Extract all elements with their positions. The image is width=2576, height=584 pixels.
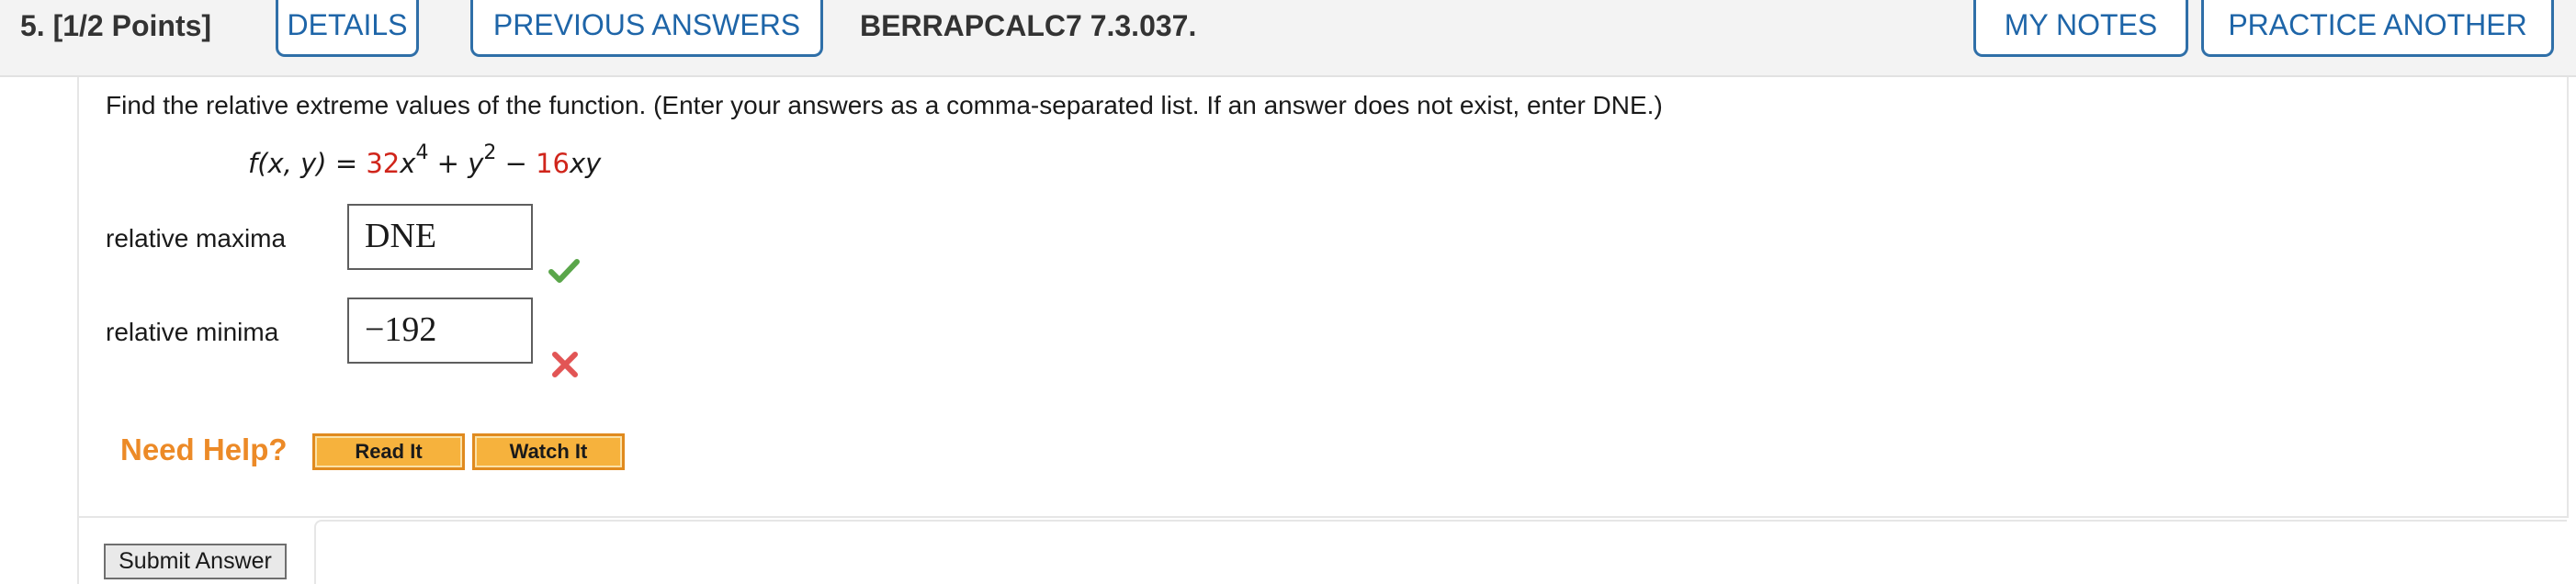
formula-lhs: f(x, y) — [248, 148, 327, 179]
relative-minima-label: relative minima — [106, 318, 279, 346]
formula-term1-variable: x — [400, 148, 416, 179]
checkmark-icon — [548, 259, 580, 283]
question-number-points: 5. [1/2 Points] — [20, 9, 212, 42]
formula-term3-variable: xy — [570, 148, 602, 179]
formula-equals: = — [326, 148, 367, 179]
my-notes-button[interactable]: MY NOTES — [1973, 0, 2188, 57]
relative-minima-input[interactable]: −192 — [347, 298, 533, 364]
previous-answers-button[interactable]: PREVIOUS ANSWERS — [470, 0, 823, 57]
formula-coefficient-1: 32 — [366, 148, 401, 179]
formula-term1-exponent: 4 — [415, 141, 429, 165]
body-left-border — [77, 518, 79, 584]
relative-maxima-input[interactable]: DNE — [347, 204, 533, 270]
question-header: 5. [1/2 Points] DETAILS PREVIOUS ANSWERS… — [0, 0, 2576, 77]
watch-it-button[interactable]: Watch It — [472, 433, 625, 470]
formula-term2-exponent: 2 — [483, 141, 497, 165]
submit-panel — [314, 520, 2567, 584]
read-it-button[interactable]: Read It — [312, 433, 465, 470]
formula-term2-variable: y — [468, 148, 484, 179]
formula-coefficient-3: 16 — [536, 148, 571, 179]
submit-answer-button[interactable]: Submit Answer — [104, 544, 287, 579]
cross-icon — [552, 352, 578, 377]
function-formula: f(x, y) = 32x4 + y2 − 16xy — [248, 143, 602, 179]
need-help-label: Need Help? — [120, 432, 288, 466]
problem-id: BERRAPCALC7 7.3.037. — [860, 9, 1197, 42]
relative-maxima-label: relative maxima — [106, 224, 287, 253]
formula-plus: + — [428, 148, 469, 179]
details-button[interactable]: DETAILS — [276, 0, 419, 57]
practice-another-button[interactable]: PRACTICE ANOTHER — [2201, 0, 2554, 57]
formula-minus: − — [496, 148, 537, 179]
question-instructions: Find the relative extreme values of the … — [106, 91, 1663, 119]
